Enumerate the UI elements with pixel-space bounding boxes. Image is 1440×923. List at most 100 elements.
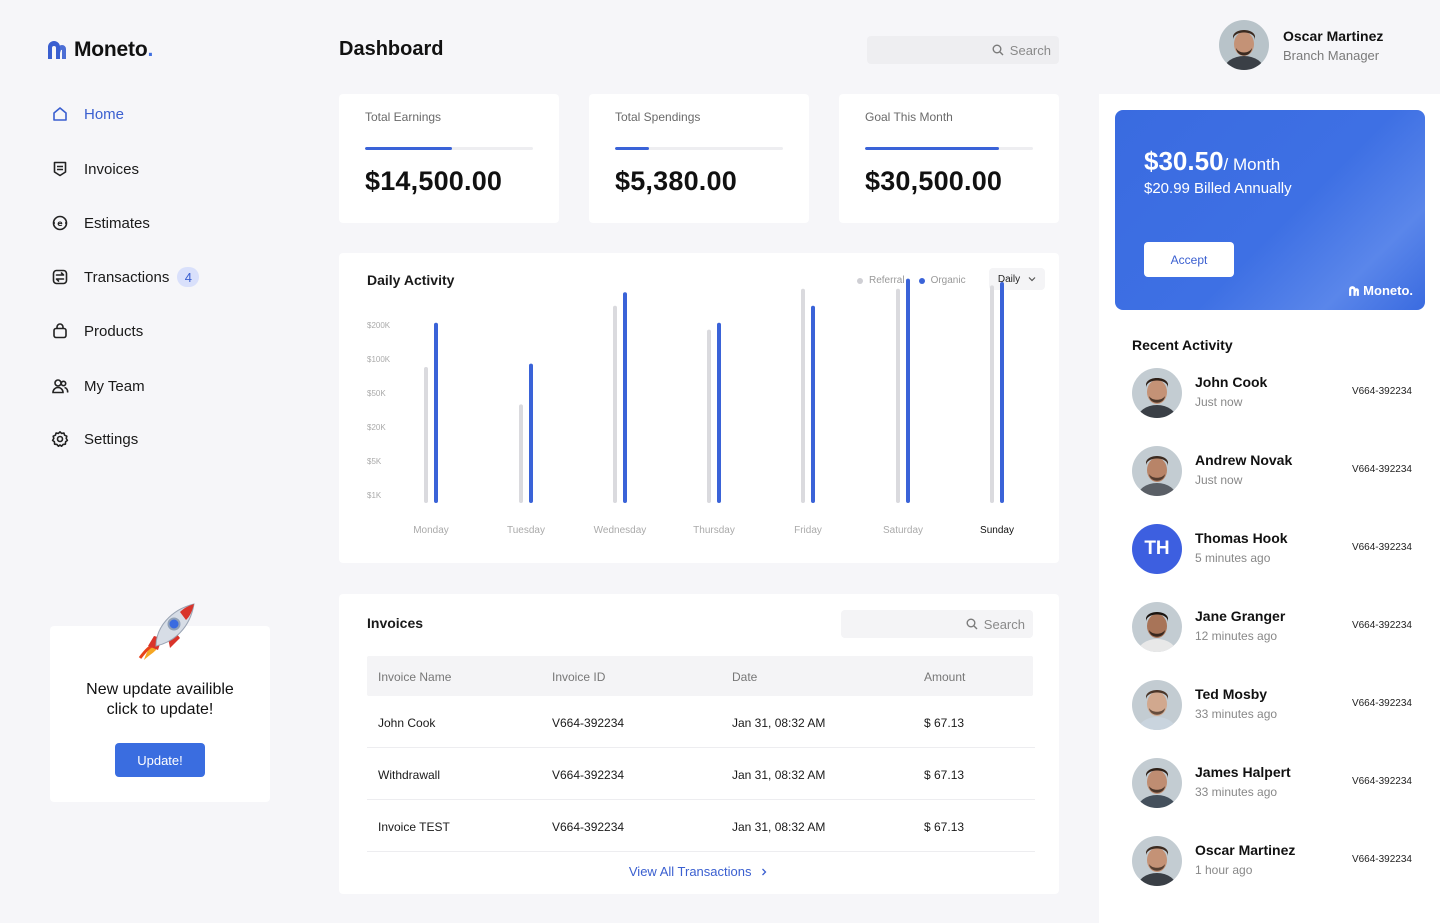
column-header-invoice-name[interactable]: Invoice Name [378,670,451,684]
sidebar-item-my-team[interactable]: My Team [50,372,270,400]
invoice-search-input[interactable]: Search [841,610,1033,638]
avatar [1132,602,1182,652]
activity-time: Just now [1195,473,1243,487]
invoice-icon [50,159,70,179]
cell-date: Jan 31, 08:32 AM [732,768,826,782]
chevron-right-icon [762,868,767,876]
activity-name: Ted Mosby [1195,686,1268,702]
bar-referral-wednesday[interactable] [613,305,617,503]
bar-organic-wednesday[interactable] [623,292,627,503]
activity-name: Oscar Martinez [1195,842,1296,858]
y-tick-label: $100K [367,355,391,364]
stat-value: $30,500.00 [865,166,1003,196]
view-all-transactions-link[interactable]: View All Transactions [339,864,1059,879]
column-header-amount[interactable]: Amount [924,670,965,684]
user-profile[interactable]: Oscar Martinez Branch Manager [1219,20,1383,70]
recent-activity-title: Recent Activity [1132,337,1233,353]
search-input[interactable]: Search [867,36,1059,64]
activity-invoice-id: V664-392234 [1351,776,1412,787]
activity-invoice-id: V664-392234 [1351,464,1412,475]
transactions-count-badge: 4 [177,267,200,287]
sidebar-item-label: Transactions [84,268,170,286]
cell-date: Jan 31, 08:32 AM [732,820,826,834]
search-icon [966,618,978,630]
bar-referral-saturday[interactable] [896,288,900,503]
x-tick-label: Saturday [883,525,923,536]
sidebar-item-estimates[interactable]: e Estimates [50,209,270,237]
moneto-logo-icon [48,41,66,59]
brand-name: Moneto [74,38,148,61]
recent-activity-item[interactable]: TH Thomas Hook 5 minutes ago V664-392234 [1132,524,1412,574]
bar-organic-sunday[interactable] [1000,282,1004,503]
activity-time: 12 minutes ago [1195,629,1278,643]
y-tick-label: $50K [367,389,386,398]
bar-referral-tuesday[interactable] [519,404,523,503]
update-button[interactable]: Update! [115,743,205,777]
y-tick-label: $20K [367,423,386,432]
invoices-title: Invoices [367,615,424,631]
bar-referral-sunday[interactable] [990,285,994,503]
recent-activity-item[interactable]: Oscar Martinez 1 hour ago V664-392234 [1132,836,1412,886]
sidebar-item-label: My Team [84,377,145,395]
table-row[interactable]: Withdrawall V664-392234 Jan 31, 08:32 AM… [367,748,1035,800]
cell-invoice-id: V664-392234 [552,768,625,782]
recent-activity-item[interactable]: Jane Granger 12 minutes ago V664-392234 [1132,602,1412,652]
sidebar-item-transactions[interactable]: Transactions 4 [50,263,270,291]
bar-organic-monday[interactable] [434,322,438,503]
sidebar-item-label: Invoices [84,160,140,178]
stat-progress-bar [865,147,1033,150]
stat-progress-fill [365,147,453,150]
stat-title: Total Earnings [365,110,442,124]
sidebar-item-label: Settings [84,430,139,448]
sidebar-item-products[interactable]: Products [50,317,270,345]
recent-activity-item[interactable]: Ted Mosby 33 minutes ago V664-392234 [1132,680,1412,730]
y-tick-label: $200K [367,321,391,330]
promo-period: / Month [1223,155,1281,174]
avatar [1132,368,1182,418]
bar-referral-monday[interactable] [424,367,428,503]
y-tick-label: $1K [367,491,382,500]
bar-organic-tuesday[interactable] [529,363,533,503]
bar-referral-thursday[interactable] [707,329,711,503]
x-tick-label: Monday [413,525,449,536]
cell-invoice-name: John Cook [378,716,436,730]
column-header-invoice-id[interactable]: Invoice ID [552,670,605,684]
promo-billed: $20.99 Billed Annually [1144,180,1292,197]
stat-card-goal-this-month: Goal This Month $30,500.00 [839,94,1059,223]
gear-icon [50,429,70,449]
avatar [1132,680,1182,730]
update-card: New update availible click to update! Up… [50,603,270,802]
stat-card-total-earnings: Total Earnings $14,500.00 [339,94,559,223]
moneto-logo-icon [1349,285,1360,296]
promo-price: $30.50 [1144,146,1224,176]
sidebar-item-invoices[interactable]: Invoices [50,155,270,183]
activity-invoice-id: V664-392234 [1351,620,1412,631]
cell-invoice-id: V664-392234 [552,820,625,834]
recent-activity-item[interactable]: Andrew Novak Just now V664-392234 [1132,446,1412,496]
activity-name: Thomas Hook [1195,530,1288,546]
user-avatar [1219,20,1269,70]
table-row[interactable]: John Cook V664-392234 Jan 31, 08:32 AM $… [367,696,1035,748]
svg-text:e: e [57,219,63,228]
accept-button[interactable]: Accept [1144,242,1234,277]
column-header-date[interactable]: Date [732,670,757,684]
daily-activity-card: Daily Activity Referral Organic Daily $2… [339,253,1059,563]
brand-logo[interactable]: Moneto. [46,38,153,62]
bar-organic-friday[interactable] [811,305,815,503]
bar-organic-saturday[interactable] [906,278,910,503]
user-name: Oscar Martinez [1283,27,1384,44]
bar-referral-friday[interactable] [801,288,805,503]
table-row[interactable]: Invoice TEST V664-392234 Jan 31, 08:32 A… [367,800,1035,852]
sidebar-item-settings[interactable]: Settings [50,425,270,453]
search-icon [992,44,1004,56]
avatar-initials: TH [1132,524,1182,574]
recent-activity-item[interactable]: James Halpert 33 minutes ago V664-392234 [1132,758,1412,808]
activity-invoice-id: V664-392234 [1351,698,1412,709]
stat-progress-bar [365,147,533,150]
sidebar-item-home[interactable]: Home [50,100,270,128]
activity-time: 33 minutes ago [1195,785,1278,799]
activity-name: John Cook [1195,374,1268,390]
bar-organic-thursday[interactable] [717,322,721,503]
recent-activity-item[interactable]: John Cook Just now V664-392234 [1132,368,1412,418]
activity-name: Jane Granger [1195,608,1286,624]
